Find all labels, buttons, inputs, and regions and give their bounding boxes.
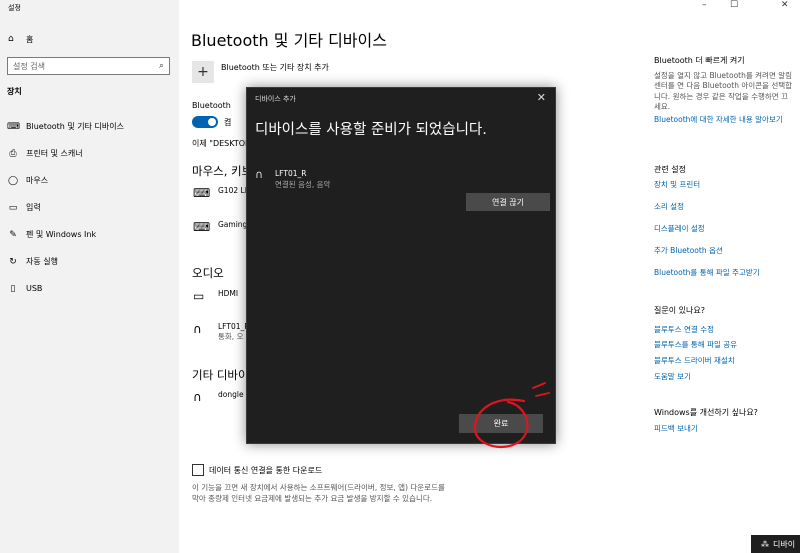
- help-link[interactable]: 블루투스 연결 수정: [654, 325, 714, 336]
- dialog-device-status: 연결된 음성, 음악: [275, 180, 331, 189]
- done-button[interactable]: 완료: [459, 414, 543, 433]
- sidebar-item-input[interactable]: ▭ 입력: [0, 194, 179, 221]
- sidebar-item-label: USB: [26, 284, 43, 293]
- keyboard-icon: ▭: [8, 202, 18, 213]
- usb-icon: ▯: [10, 283, 16, 294]
- maximize-button[interactable]: ☐: [730, 0, 738, 10]
- section-heading-other: 기타 디바이: [192, 368, 249, 382]
- dialog-title: 디바이스 추가: [255, 95, 296, 103]
- sidebar-item-label: 입력: [26, 203, 41, 212]
- quick-heading: Bluetooth 더 빠르게 켜기: [654, 56, 745, 65]
- bluetooth-toggle[interactable]: [192, 116, 218, 128]
- sidebar-item-label: 펜 및 Windows Ink: [26, 230, 97, 239]
- section-heading-audio: 오디오: [192, 266, 224, 280]
- learn-more-link[interactable]: Bluetooth에 대한 자세한 내용 알아보기: [654, 115, 794, 126]
- metered-download-description: 이 기능을 끄면 새 장치에서 사용하는 소프트웨어(드라이버, 정보, 앱) …: [192, 483, 445, 503]
- feedback-heading: Windows를 개선하기 싶나요?: [654, 408, 758, 417]
- dialog-device: ∩ LFT01_R 연결된 음성, 음악: [255, 168, 330, 190]
- quick-bluetooth-panel: Bluetooth 더 빠르게 켜기 설정을 열지 않고 Bluetooth를 …: [654, 56, 794, 125]
- feedback-panel: Windows를 개선하기 싶나요? 피드백 보내기: [654, 408, 794, 434]
- nav-home-label: 홈: [26, 34, 34, 44]
- add-device-label[interactable]: Bluetooth 또는 기타 장치 추가: [221, 62, 329, 73]
- device-item[interactable]: ⌨ Gaming: [193, 220, 247, 234]
- headphones-icon: ∩: [255, 168, 264, 181]
- related-link[interactable]: Bluetooth를 통해 파일 주고받기: [654, 268, 760, 279]
- disconnect-button[interactable]: 연결 끊기: [466, 193, 550, 211]
- sidebar-item-label: 자동 실행: [26, 257, 58, 266]
- mouse-icon: ◯: [7, 175, 19, 186]
- discoverable-text: 이제 "DESKTOP: [192, 139, 250, 148]
- device-name: G102 LI: [218, 186, 247, 195]
- dialog-close-button[interactable]: ✕: [537, 91, 546, 104]
- sidebar-item-pen[interactable]: ✎ 펜 및 Windows Ink: [0, 221, 179, 248]
- related-link[interactable]: 소리 설정: [654, 202, 684, 213]
- keyboard-icon: ⌨: [193, 186, 211, 200]
- page-title: Bluetooth 및 기타 디바이스: [191, 31, 387, 50]
- pen-icon: ✎: [9, 229, 17, 240]
- monitor-icon: ▭: [193, 289, 205, 303]
- sidebar-nav: ⌨ Bluetooth 및 기타 디바이스 ⎙ 프린터 및 스캐너 ◯ 마우스 …: [0, 113, 179, 302]
- toggle-state-label: 켬: [224, 118, 232, 127]
- bluetooth-icon: ⁂: [761, 539, 769, 549]
- quick-text: 설정을 열지 않고 Bluetooth를 켜려면 알림 센터를 연 다음 Blu…: [654, 70, 793, 112]
- device-item[interactable]: ∩ dongle: [193, 390, 244, 404]
- help-link[interactable]: 블루투스 드라이버 재설치: [654, 356, 735, 367]
- device-name: dongle: [218, 390, 244, 399]
- dialog-heading: 디바이스를 사용할 준비가 되었습니다.: [255, 122, 487, 138]
- headphones-icon: ∩: [193, 322, 202, 336]
- help-heading: 질문이 있나요?: [654, 306, 705, 315]
- autoplay-icon: ↻: [9, 256, 17, 267]
- device-status: 통화, 오: [218, 332, 244, 341]
- sidebar-item-autoplay[interactable]: ↻ 자동 실행: [0, 248, 179, 275]
- notification-toast[interactable]: ⁂ 디바이: [751, 535, 800, 553]
- search-placeholder: 설정 검색: [13, 61, 45, 71]
- nav-home[interactable]: ⌂ 홈: [0, 30, 179, 48]
- search-icon[interactable]: ⌕: [159, 61, 164, 71]
- keyboard-icon: ⌨: [193, 220, 211, 234]
- headset-icon: ∩: [193, 390, 202, 404]
- sidebar-section-label: 장치: [7, 87, 22, 96]
- sidebar-item-usb[interactable]: ▯ USB: [0, 275, 179, 302]
- related-link[interactable]: 장치 및 프린터: [654, 180, 700, 191]
- help-link[interactable]: 도움말 보기: [654, 372, 691, 383]
- dialog-device-name: LFT01_R: [275, 169, 307, 178]
- help-link[interactable]: 블루투스를 통해 파일 공유: [654, 340, 737, 351]
- sidebar-item-bluetooth[interactable]: ⌨ Bluetooth 및 기타 디바이스: [0, 113, 179, 140]
- sidebar-item-mouse[interactable]: ◯ 마우스: [0, 167, 179, 194]
- toast-label: 디바이: [773, 539, 796, 549]
- related-heading: 관련 설정: [654, 165, 686, 174]
- bluetooth-devices-icon: ⌨: [7, 121, 20, 132]
- sidebar-item-label: 프린터 및 스캐너: [26, 149, 83, 158]
- device-item[interactable]: ∩ LFT01_R 통화, 오: [193, 322, 249, 342]
- feedback-link[interactable]: 피드백 보내기: [654, 424, 794, 435]
- help-panel: 질문이 있나요? 블루투스 연결 수정 블루투스를 통해 파일 공유 블루투스 …: [654, 306, 794, 381]
- device-name: HDMI: [218, 289, 239, 298]
- related-link[interactable]: 추가 Bluetooth 옵션: [654, 246, 723, 257]
- sidebar-item-printers[interactable]: ⎙ 프린터 및 스캐너: [0, 140, 179, 167]
- section-heading-mouse: 마우스, 키보: [192, 164, 253, 178]
- metered-download-checkbox[interactable]: [192, 464, 204, 476]
- related-link[interactable]: 디스플레이 설정: [654, 224, 705, 235]
- sidebar-item-label: Bluetooth 및 기타 디바이스: [26, 122, 124, 131]
- sidebar: 설정 ⌂ 홈 설정 검색 ⌕ 장치 ⌨ Bluetooth 및 기타 디바이스 …: [0, 0, 179, 553]
- related-settings-panel: 관련 설정 장치 및 프린터 소리 설정 디스플레이 설정 추가 Bluetoo…: [654, 165, 794, 277]
- search-input[interactable]: 설정 검색 ⌕: [7, 57, 170, 75]
- add-device-dialog: 디바이스 추가 ✕ 디바이스를 사용할 준비가 되었습니다. ∩ LFT01_R…: [246, 87, 556, 444]
- sidebar-item-label: 마우스: [26, 176, 49, 185]
- device-name: Gaming: [218, 220, 248, 229]
- close-button[interactable]: ✕: [781, 0, 789, 10]
- minimize-button[interactable]: –: [702, 0, 707, 10]
- home-icon: ⌂: [8, 34, 14, 44]
- plus-icon: +: [197, 64, 209, 80]
- device-item[interactable]: ⌨ G102 LI: [193, 186, 247, 200]
- device-item[interactable]: ▭ HDMI: [193, 289, 238, 303]
- add-device-button[interactable]: +: [192, 61, 214, 83]
- device-name: LFT01_R: [218, 322, 250, 331]
- printer-icon: ⎙: [9, 148, 17, 159]
- metered-download-label[interactable]: 데이터 통신 연결을 통한 다운로드: [209, 465, 322, 476]
- bluetooth-label: Bluetooth: [192, 101, 231, 110]
- app-title: 설정: [8, 4, 21, 12]
